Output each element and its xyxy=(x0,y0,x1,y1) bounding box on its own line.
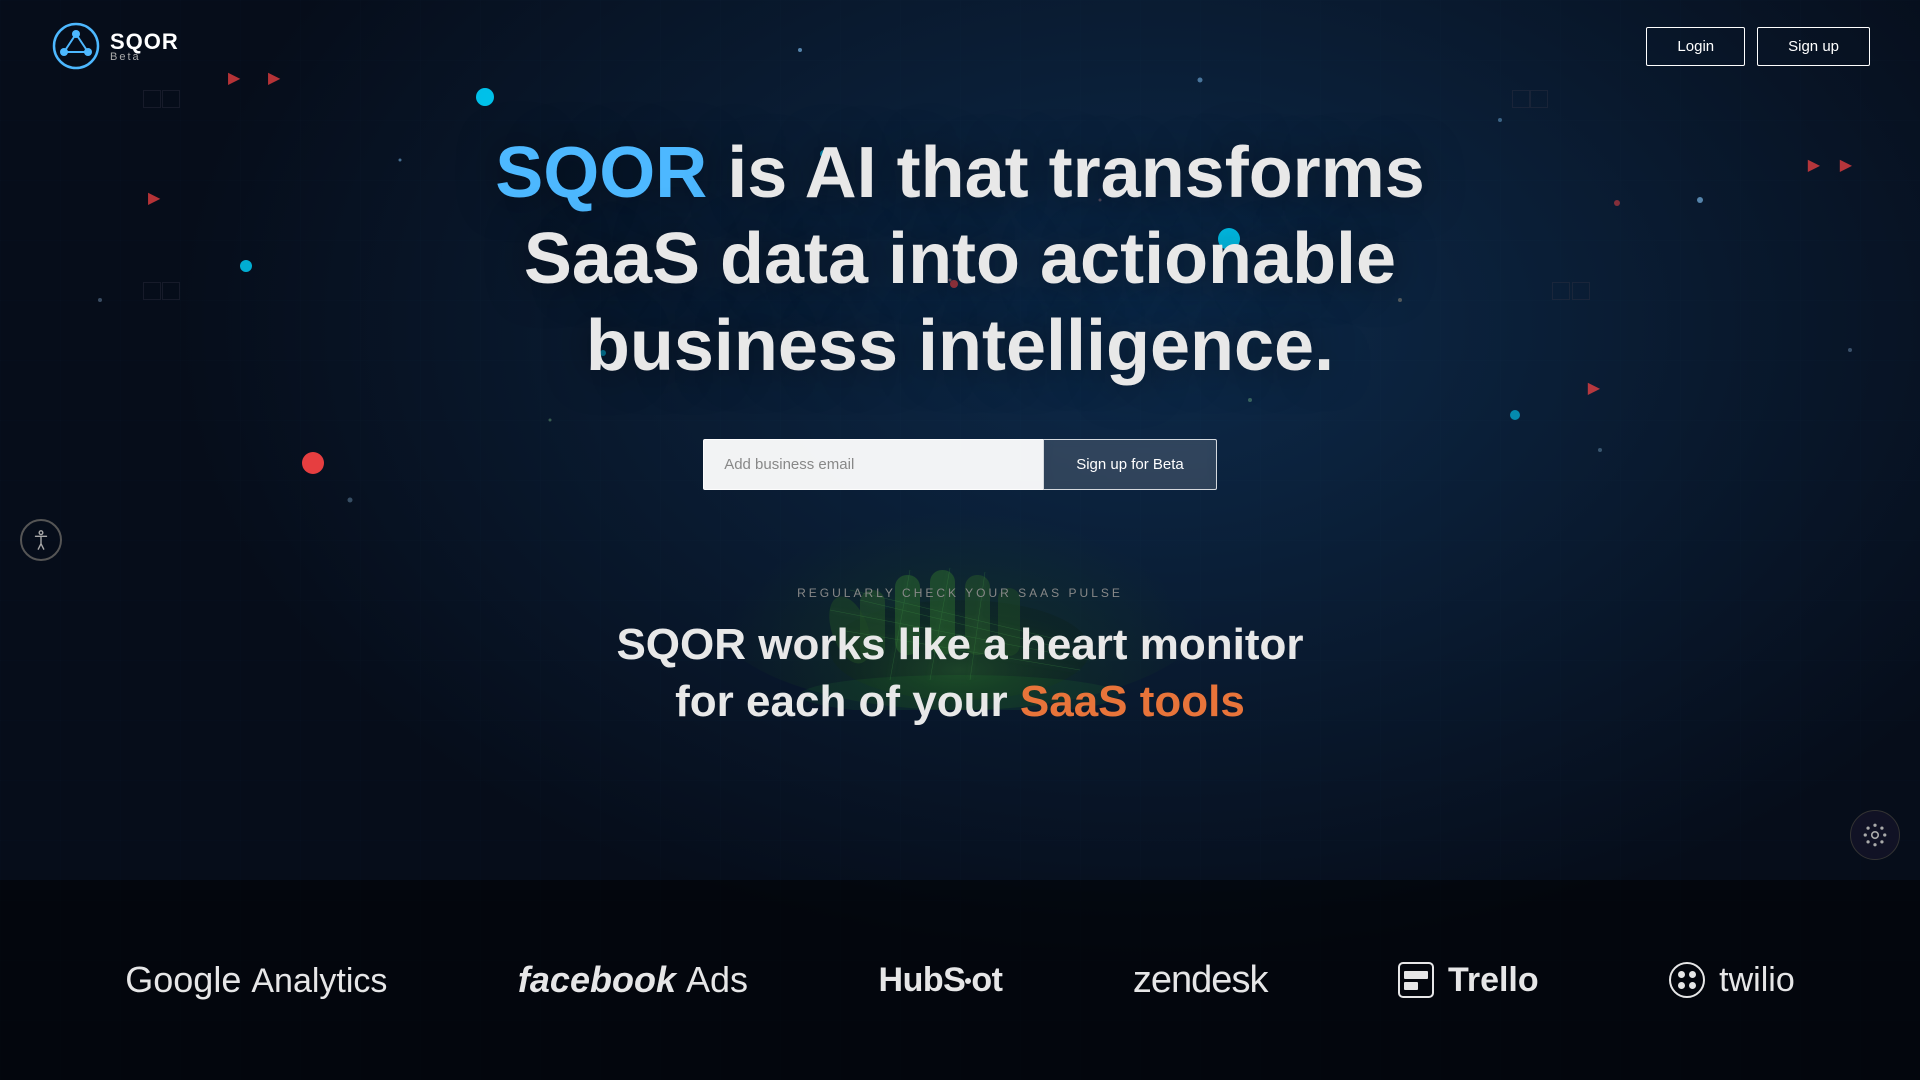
twilio-icon xyxy=(1669,962,1705,998)
hero-brand-name: SQOR xyxy=(495,133,707,213)
brand-google-analytics: Google Analytics xyxy=(125,959,387,1001)
saas-section: REGULARLY CHECK YOUR SAAS PULSE SQOR wor… xyxy=(0,586,1920,730)
brand-zendesk: zendesk xyxy=(1133,959,1268,1002)
login-button[interactable]: Login xyxy=(1646,27,1745,66)
brands-bar: Google Analytics facebook Ads HubSot zen… xyxy=(0,880,1920,1080)
twilio-label: twilio xyxy=(1719,961,1795,1000)
brand-facebook-ads: facebook Ads xyxy=(518,959,748,1001)
logo-icon xyxy=(50,20,102,72)
brand-trello: Trello xyxy=(1398,961,1539,1000)
beta-badge: Beta xyxy=(110,51,141,63)
accessibility-icon xyxy=(30,529,52,551)
saas-label: REGULARLY CHECK YOUR SAAS PULSE xyxy=(0,586,1920,600)
beta-signup-button[interactable]: Sign up for Beta xyxy=(1043,439,1217,490)
signup-form: Sign up for Beta xyxy=(703,439,1217,490)
hero-title: SQOR is AI that transforms SaaS data int… xyxy=(410,130,1510,389)
trello-icon xyxy=(1398,962,1434,998)
nav-buttons: Login Sign up xyxy=(1646,27,1870,66)
facebook-ads-label: facebook Ads xyxy=(518,959,748,1001)
saas-title: SQOR works like a heart monitor for each… xyxy=(0,616,1920,730)
hubspot-label: HubSot xyxy=(879,961,1003,1000)
signup-button[interactable]: Sign up xyxy=(1757,27,1870,66)
brand-hubspot: HubSot xyxy=(879,961,1003,1000)
email-input[interactable] xyxy=(703,439,1043,490)
saas-title-highlight: SaaS tools xyxy=(1020,677,1245,726)
logo-text-group: SQOR Beta xyxy=(110,29,179,63)
settings-icon xyxy=(1862,822,1888,848)
logo: SQOR Beta xyxy=(50,20,179,72)
google-analytics-label: Google Analytics xyxy=(125,959,387,1001)
trello-label: Trello xyxy=(1448,961,1539,1000)
saas-title-line2: for each of your SaaS tools xyxy=(675,677,1245,726)
accessibility-button[interactable] xyxy=(20,519,62,561)
saas-title-plain: for each of your xyxy=(675,677,1020,726)
zendesk-label: zendesk xyxy=(1133,959,1268,1002)
navbar: SQOR Beta Login Sign up xyxy=(0,0,1920,92)
saas-title-line1: SQOR works like a heart monitor xyxy=(616,620,1303,669)
brand-twilio: twilio xyxy=(1669,961,1795,1000)
settings-button[interactable] xyxy=(1850,810,1900,860)
